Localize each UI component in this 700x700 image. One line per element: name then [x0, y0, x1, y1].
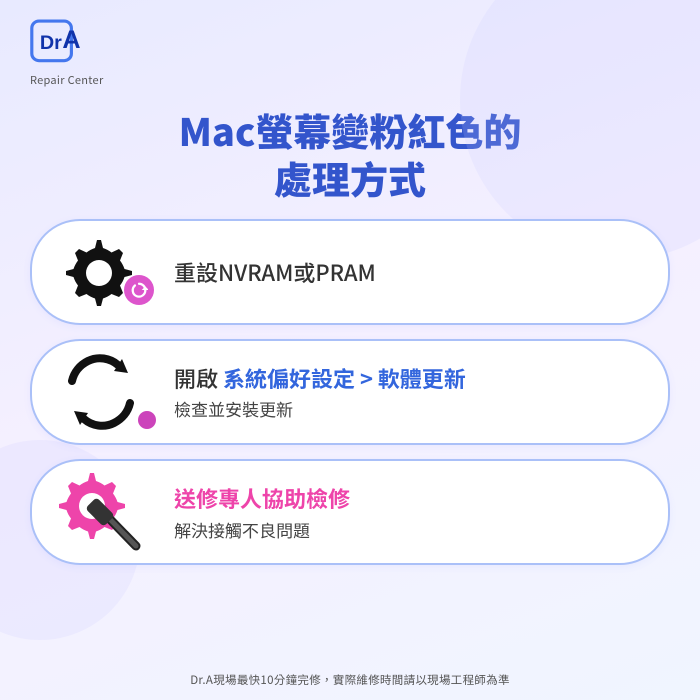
- card-text-prefix: 開啟: [174, 362, 223, 394]
- reset-icon: [130, 281, 148, 299]
- card-icon-repair: [46, 471, 156, 553]
- card-text-main-nvram: 重設NVRAM或PRAM: [174, 257, 376, 288]
- update-arrows-icon: [60, 353, 142, 431]
- card-text-main-update: 開啟 系統偏好設定 > 軟體更新: [174, 363, 466, 394]
- card-repair: 送修專人協助檢修 解決接觸不良問題: [30, 459, 670, 565]
- update-dot: [138, 411, 156, 429]
- card-text-update: 開啟 系統偏好設定 > 軟體更新 檢查並安裝更新: [174, 363, 466, 422]
- card-text-nvram: 重設NVRAM或PRAM: [174, 257, 376, 288]
- card-nvram: 重設NVRAM或PRAM: [30, 219, 670, 325]
- logo-text: Repair Center: [30, 72, 104, 88]
- svg-text:Dr: Dr: [40, 32, 62, 54]
- logo-icon: Dr A: [30, 18, 102, 70]
- cards-area: 重設NVRAM或PRAM 開啟 系統偏好設定 > 軟體更新: [30, 219, 670, 662]
- header: Dr A Repair Center: [30, 18, 670, 88]
- page-container: Dr A Repair Center Mac螢幕變粉紅色的 處理方式: [0, 0, 700, 700]
- card-text-sub-repair: 解決接觸不良問題: [174, 517, 350, 542]
- card-highlight-repair: 送修專人協助檢修: [174, 482, 350, 514]
- card-highlight-text: 系統偏好設定 > 軟體更新: [223, 362, 466, 394]
- title-line2: 處理方式: [274, 150, 426, 205]
- svg-text:A: A: [62, 26, 80, 54]
- card-text-sub-update: 檢查並安裝更新: [174, 396, 466, 421]
- repair-icon: [56, 471, 146, 553]
- card-icon-nvram: [46, 231, 156, 313]
- footer-text: Dr.A現場最快10分鐘完修，實際維修時間請以現場工程師為準: [190, 672, 510, 688]
- logo-area: Dr A Repair Center: [30, 18, 104, 88]
- main-title: Mac螢幕變粉紅色的 處理方式: [30, 106, 670, 201]
- reset-badge: [124, 275, 154, 305]
- card-icon-update: [46, 351, 156, 433]
- card-update: 開啟 系統偏好設定 > 軟體更新 檢查並安裝更新: [30, 339, 670, 445]
- card-text-repair: 送修專人協助檢修 解決接觸不良問題: [174, 482, 350, 542]
